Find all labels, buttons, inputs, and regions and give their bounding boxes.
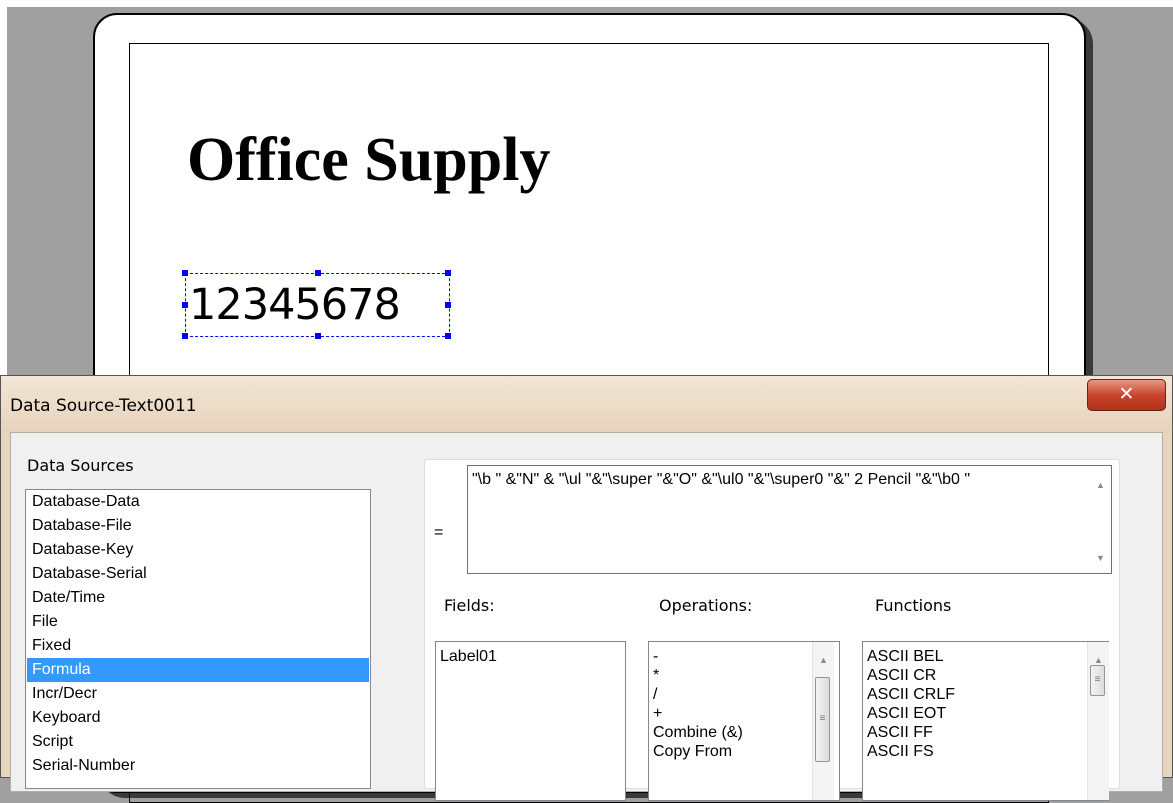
function-item[interactable]: ASCII CRLF [867,685,955,704]
data-source-item[interactable]: Keyboard [27,706,369,730]
field-item[interactable]: Label01 [440,647,497,666]
data-sources-list[interactable]: Database-Data Database-File Database-Key… [25,489,371,789]
data-source-item[interactable]: Incr/Decr [27,682,369,706]
serial-text-object[interactable]: 12345678 [182,270,451,339]
data-source-item[interactable]: Date/Time [27,586,369,610]
data-source-item[interactable]: Database-Data [27,490,369,514]
data-source-item-selected[interactable]: Formula [27,658,369,682]
resize-handle-top-right[interactable] [445,270,451,276]
data-source-item[interactable]: Script [27,730,369,754]
close-button[interactable]: ✕ [1087,379,1166,411]
formula-text: "\b " &"N" & "\ul "&"\super "&"O" &"\ul0… [472,471,970,488]
data-source-item[interactable]: Database-Serial [27,562,369,586]
scroll-up-arrow-icon[interactable]: ▲ [813,654,834,666]
operations-label: Operations: [659,596,753,615]
fields-list[interactable]: Label01 [435,641,626,801]
resize-handle-top-center[interactable] [315,270,321,276]
operation-item[interactable]: / [653,685,657,704]
scroll-thumb[interactable]: ≡ [815,677,830,762]
resize-handle-middle-right[interactable] [445,302,451,308]
data-source-item[interactable]: Database-Key [27,538,369,562]
scroll-thumb[interactable]: ≡ [1090,665,1105,696]
label-title-text[interactable]: Office Supply [187,120,550,200]
close-icon: ✕ [1118,383,1135,405]
data-source-item[interactable]: Fixed [27,634,369,658]
function-item[interactable]: ASCII FF [867,723,933,742]
scroll-up-arrow-icon[interactable]: ▲ [1090,479,1111,491]
resize-handle-bottom-right[interactable] [445,333,451,339]
function-item[interactable]: ASCII EOT [867,704,946,723]
resize-handle-middle-left[interactable] [182,302,188,308]
resize-handle-bottom-center[interactable] [315,333,321,339]
canvas-top-edge [0,0,1173,7]
resize-handle-bottom-left[interactable] [182,333,188,339]
functions-scrollbar[interactable]: ▲ ≡ [1087,642,1109,800]
dialog-title: Data Source-Text0011 [10,396,197,416]
function-item[interactable]: ASCII FS [867,742,934,761]
serial-text: 12345678 [189,280,401,330]
operations-list[interactable]: - * / + Combine (&) Copy From ▲ ≡ [648,641,840,801]
data-source-item[interactable]: File [27,610,369,634]
scroll-down-arrow-icon[interactable]: ▼ [1090,552,1111,564]
data-source-item[interactable]: Database-File [27,514,369,538]
grip-icon: ≡ [819,713,826,724]
resize-handle-top-left[interactable] [182,270,188,276]
operations-scrollbar[interactable]: ▲ ≡ [812,642,834,800]
operation-item[interactable]: Combine (&) [653,723,743,742]
functions-list[interactable]: ASCII BEL ASCII CR ASCII CRLF ASCII EOT … [862,641,1109,801]
function-item[interactable]: ASCII CR [867,666,936,685]
operation-item[interactable]: + [653,704,662,723]
operation-item[interactable]: * [653,666,659,685]
operation-item[interactable]: Copy From [653,742,732,761]
formula-input[interactable]: "\b " &"N" & "\ul "&"\super "&"O" &"\ul0… [467,465,1112,574]
function-item[interactable]: ASCII BEL [867,647,943,666]
functions-label: Functions [875,596,952,615]
dialog-titlebar[interactable]: Data Source-Text0011 ✕ [1,376,1172,432]
fields-label: Fields: [444,596,495,615]
data-source-item[interactable]: Serial-Number [27,754,369,778]
formula-scrollbar[interactable]: ▲ ▼ [1090,466,1111,573]
data-sources-label: Data Sources [27,456,134,475]
grip-icon: ≡ [1094,674,1101,685]
equals-sign: = [434,524,444,541]
operation-item[interactable]: - [653,647,658,666]
